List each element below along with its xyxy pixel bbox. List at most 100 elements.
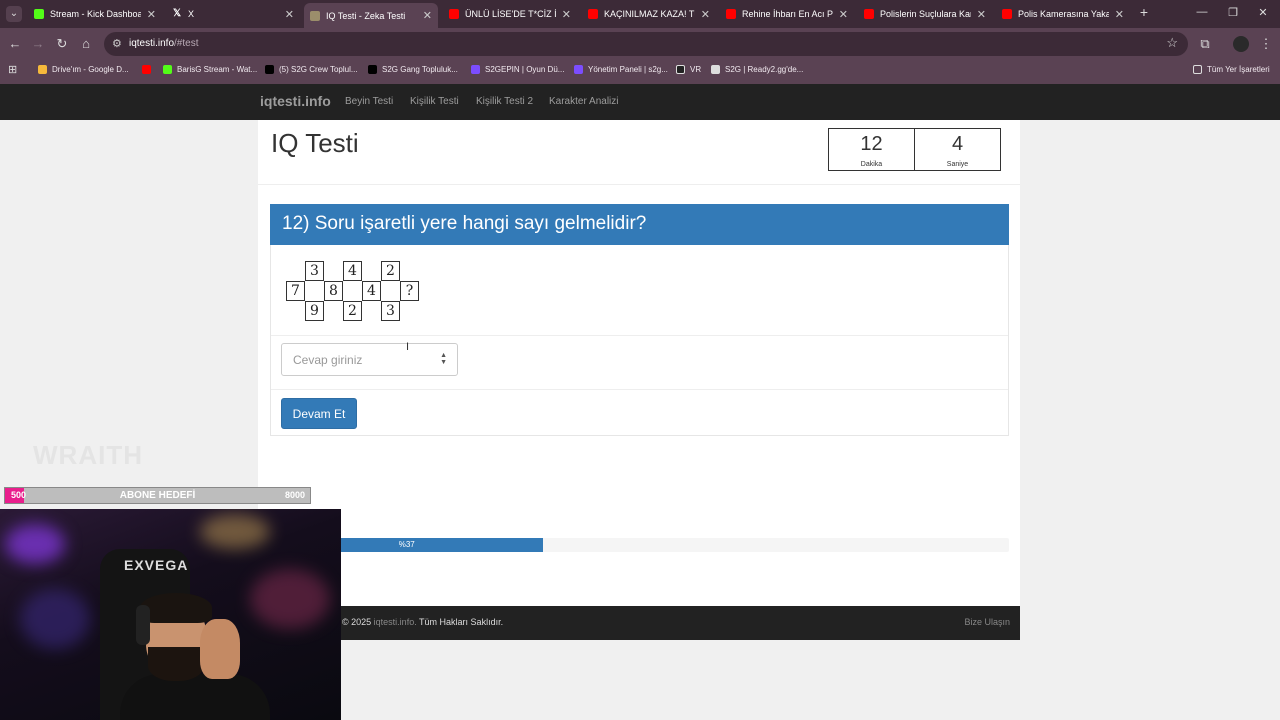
minimize-icon[interactable]: — (1192, 6, 1212, 18)
timer-minutes: 12 Dakika (829, 129, 914, 170)
puzzle-cell: 3 (381, 301, 400, 321)
tab-title: Polislerin Suçlulara Karşı (880, 9, 971, 19)
drive-icon (38, 65, 47, 74)
streamer-hand (200, 619, 240, 679)
bookmark-label: Tüm Yer İşaretleri (1207, 65, 1270, 74)
close-icon[interactable]: ✕ (423, 9, 432, 22)
close-icon[interactable]: ✕ (701, 8, 710, 21)
light-glow (200, 514, 270, 549)
close-icon[interactable]: ✕ (285, 8, 294, 21)
nav-kisilik-testi[interactable]: Kişilik Testi (410, 96, 459, 107)
contact-link[interactable]: Bize Ulaşın (964, 617, 1010, 627)
profile-avatar[interactable] (1233, 36, 1249, 52)
tab-search-button[interactable]: ⌄ (6, 6, 22, 22)
puzzle-cell-unknown: ? (400, 281, 419, 301)
vr-icon (676, 65, 685, 74)
timer-seconds: 4 Saniye (914, 129, 1000, 170)
copyright-text: © 2025 iqtesti.info. Tüm Hakları Saklıdı… (342, 617, 503, 627)
bookmark-yonetim-paneli[interactable]: Yönetim Paneli | s2g... (574, 65, 668, 74)
folder-icon (1193, 65, 1202, 74)
maximize-icon[interactable]: ❐ (1223, 6, 1243, 19)
site-brand[interactable]: iqtesti.info (260, 93, 331, 109)
tab-iq-testi[interactable]: IQ Testi - Zeka Testi ✕ (304, 3, 438, 28)
bookmark-s2g-crew[interactable]: (5) S2G Crew Toplul... (265, 65, 358, 74)
apps-icon[interactable]: ⊞ (8, 63, 17, 76)
tab-youtube-3[interactable]: Rehine İhbarı En Acı Polis ✕ (720, 3, 854, 25)
back-icon[interactable]: ← (7, 36, 23, 51)
kick-icon (163, 65, 172, 74)
streamer-body (120, 674, 270, 720)
bookmark-s2gepin[interactable]: S2GEPIN | Oyun Dü... (471, 65, 564, 74)
new-tab-icon[interactable]: + (1134, 4, 1154, 20)
bookmark-s2g-gang[interactable]: S2G Gang Topluluk... (368, 65, 458, 74)
x-icon (265, 65, 274, 74)
copyright-suffix: Tüm Hakları Saklıdır. (419, 617, 504, 627)
youtube-icon (864, 9, 874, 19)
forward-icon[interactable]: → (30, 36, 46, 51)
bookmark-label: Yönetim Paneli | s2g... (588, 65, 668, 74)
url-bar[interactable]: ⚙ iqtesti.info/#test ☆ (104, 32, 1188, 56)
answer-input[interactable] (283, 345, 433, 374)
tab-title: KAÇINILMAZ KAZA! Türk (604, 9, 695, 19)
nav-kisilik-testi-2[interactable]: Kişilik Testi 2 (476, 96, 533, 107)
timer-minutes-label: Dakika (860, 161, 883, 168)
url-text[interactable]: iqtesti.info/#test (129, 38, 199, 49)
light-glow (20, 589, 90, 649)
bookmark-label: S2GEPIN | Oyun Dü... (485, 65, 565, 74)
close-icon[interactable]: ✕ (562, 8, 571, 21)
tab-youtube-1[interactable]: ÜNLÜ LİSE'DE T*CİZ İDDİA ✕ (443, 3, 577, 25)
puzzle-cell: 7 (286, 281, 305, 301)
menu-icon[interactable]: ⋮ (1258, 36, 1274, 52)
tab-title: Stream - Kick Dashboard (50, 9, 141, 19)
site-info-icon[interactable]: ⚙ (112, 37, 122, 50)
bookmark-drive[interactable]: Drive'ım - Google D... (38, 65, 129, 74)
close-icon[interactable]: ✕ (839, 8, 848, 21)
window-close-icon[interactable]: ✕ (1253, 6, 1273, 19)
puzzle-cell: 2 (343, 301, 362, 321)
nav-karakter-analizi[interactable]: Karakter Analizi (549, 96, 618, 107)
bookmark-label: VR (690, 65, 702, 74)
site-navbar: iqtesti.info Beyin Testi Kişilik Testi K… (0, 84, 1280, 120)
webcam-feed: EXVEGA (0, 509, 341, 720)
text-cursor-icon: I (406, 341, 410, 353)
extensions-icon[interactable]: ⧉ (1197, 36, 1213, 52)
bookmark-kick-stream[interactable]: BarisG Stream - Wat... (163, 65, 257, 74)
tab-youtube-2[interactable]: KAÇINILMAZ KAZA! Türk ✕ (582, 3, 716, 25)
bookmarks-bar: ⊞ Drive'ım - Google D... BarisG Stream -… (0, 60, 1280, 84)
copyright-site[interactable]: iqtesti.info. (374, 617, 417, 627)
question-text: 12) Soru işaretli yere hangi sayı gelmel… (282, 213, 647, 234)
test-progress: %37 (270, 538, 1009, 552)
close-icon[interactable]: ✕ (977, 8, 986, 21)
tab-x[interactable]: 𝕏 X ✕ (166, 3, 300, 25)
bookmark-label: Drive'ım - Google D... (52, 65, 129, 74)
home-icon[interactable]: ⌂ (78, 36, 94, 51)
tab-title: X (188, 9, 195, 19)
stream-watermark: WRAITH (33, 440, 143, 470)
light-glow (250, 569, 330, 629)
bookmark-ready2gg[interactable]: S2G | Ready2.gg'de... (711, 65, 803, 74)
reload-icon[interactable]: ↻ (54, 36, 70, 52)
chair-logo: EXVEGA (124, 557, 189, 573)
bookmark-youtube[interactable] (142, 65, 156, 74)
bookmark-star-icon[interactable]: ☆ (1166, 35, 1178, 51)
x-icon: 𝕏 (172, 8, 182, 19)
continue-button[interactable]: Devam Et (281, 398, 357, 429)
bookmark-vr[interactable]: VR (676, 65, 701, 74)
puzzle-cell: 4 (362, 281, 381, 301)
nav-beyin-testi[interactable]: Beyin Testi (345, 96, 393, 107)
streamer-hair (140, 593, 212, 623)
tab-youtube-5[interactable]: Polis Kamerasına Yakalan ✕ (996, 3, 1130, 25)
all-bookmarks[interactable]: Tüm Yer İşaretleri (1193, 65, 1270, 74)
tab-youtube-4[interactable]: Polislerin Suçlulara Karşı ✕ (858, 3, 992, 25)
copyright-prefix: © 2025 (342, 617, 372, 627)
youtube-icon (1002, 9, 1012, 19)
headphones (136, 605, 150, 645)
url-path: /#test (174, 38, 199, 49)
close-icon[interactable]: ✕ (1115, 8, 1124, 21)
close-icon[interactable]: ✕ (147, 8, 156, 21)
puzzle-cell: 2 (381, 261, 400, 281)
number-stepper-icon[interactable]: ▲ ▼ (440, 352, 447, 366)
divider (271, 389, 1008, 390)
tab-kick-dashboard[interactable]: Stream - Kick Dashboard ✕ (28, 3, 162, 25)
answer-field[interactable]: ▲▼ (281, 343, 458, 376)
